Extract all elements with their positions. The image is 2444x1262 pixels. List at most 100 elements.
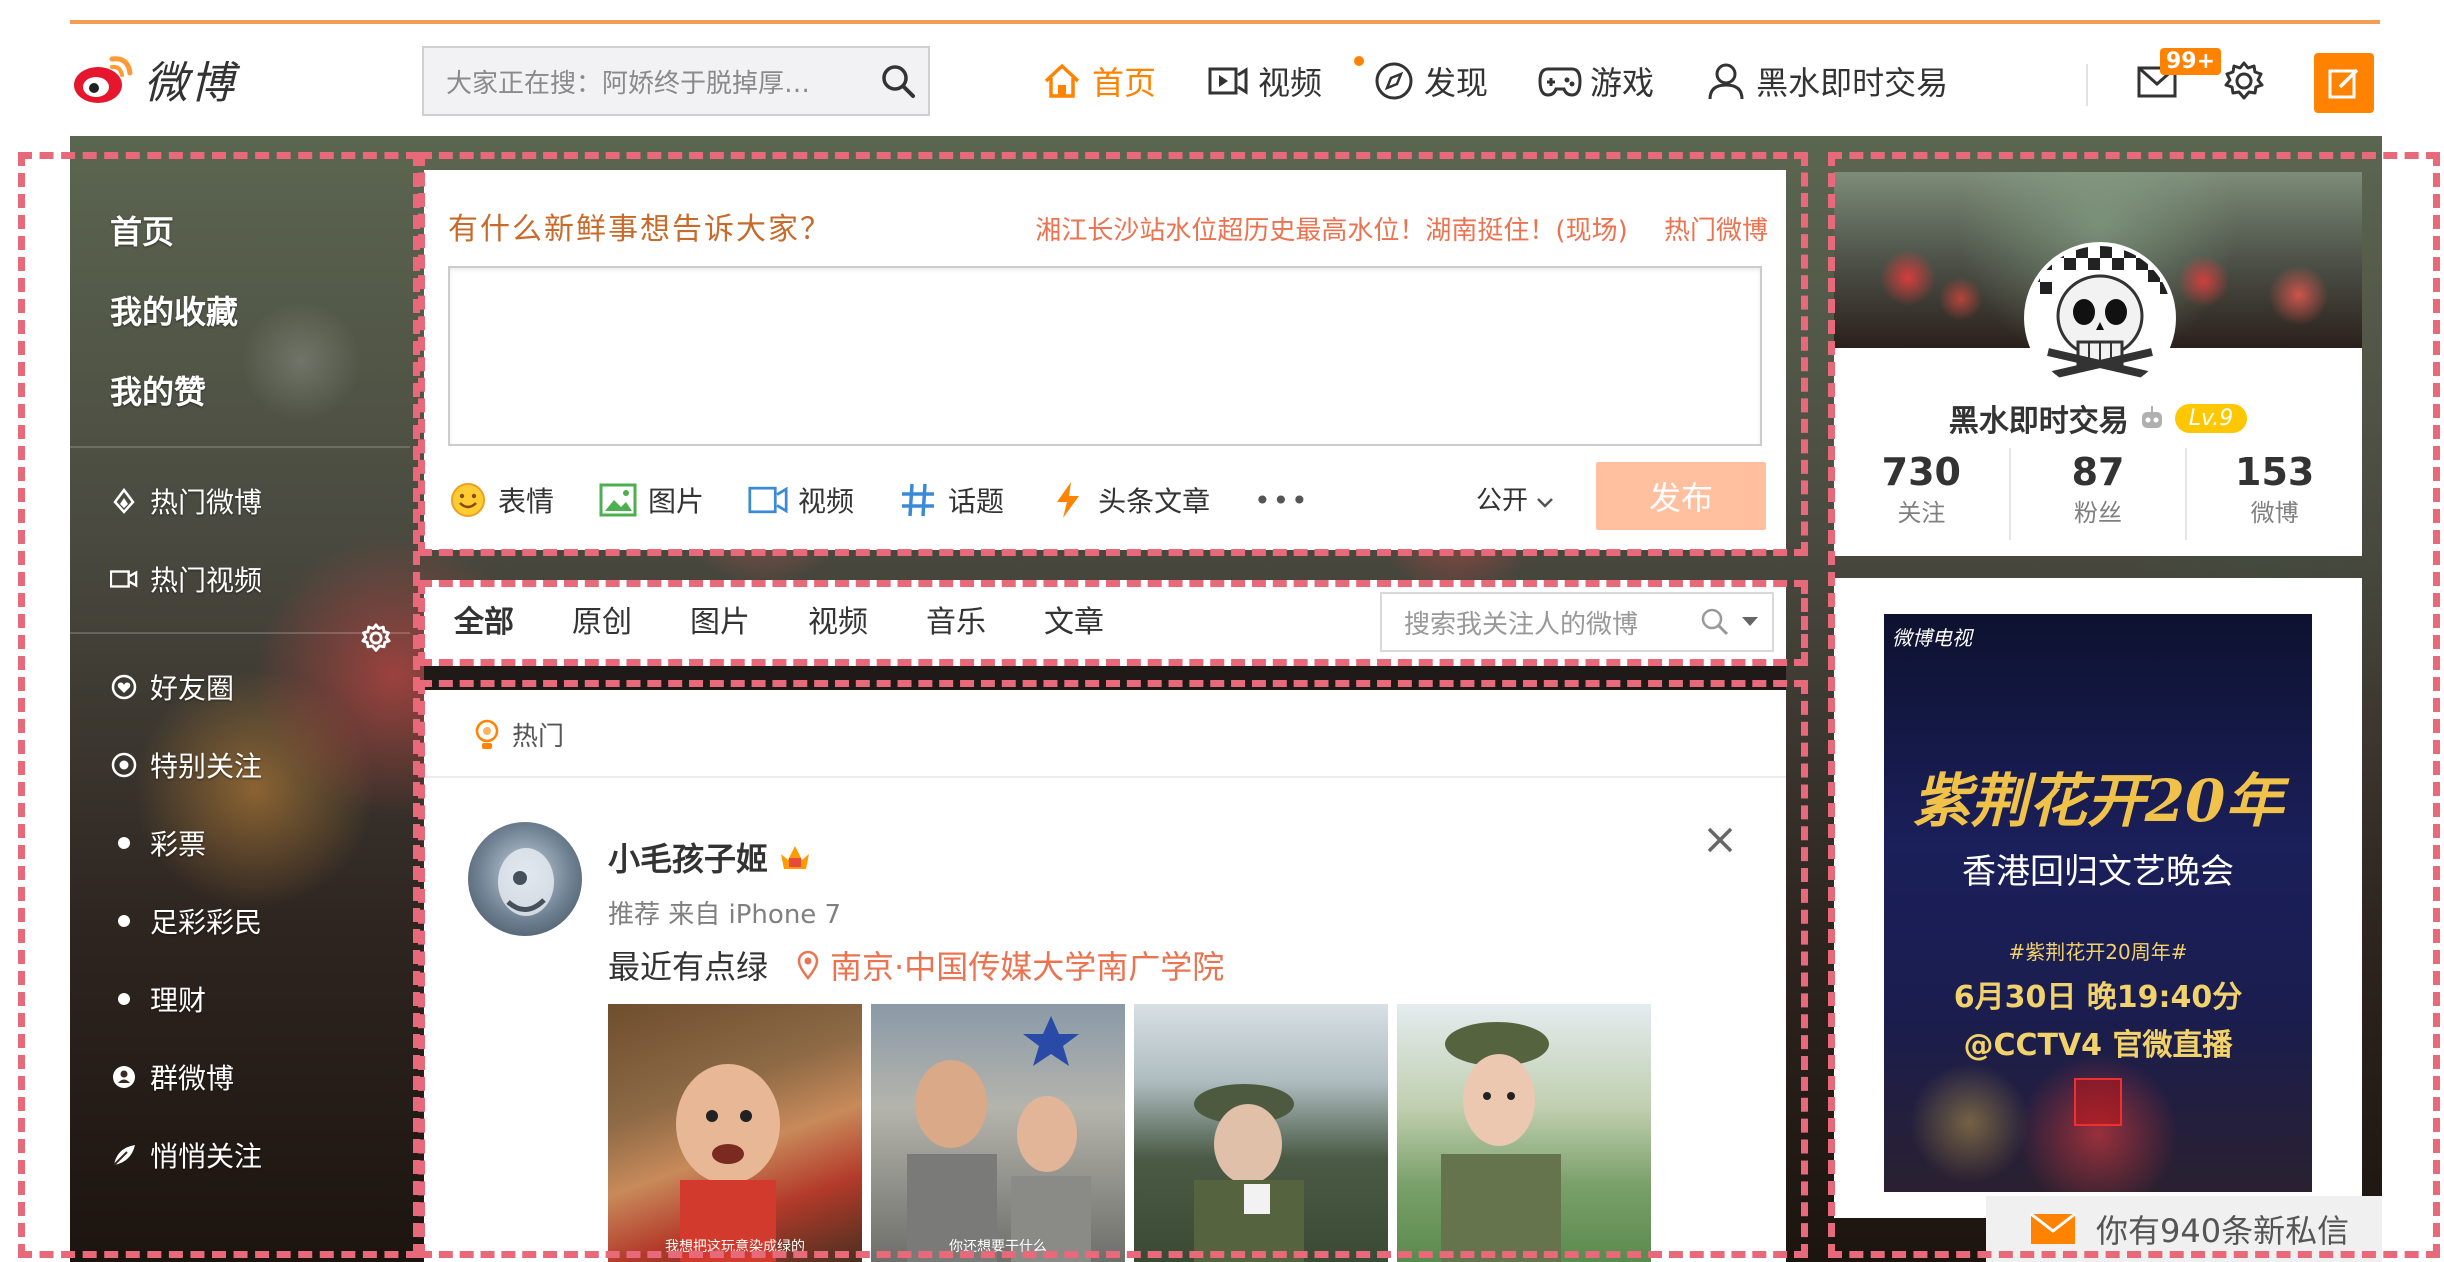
stat-followers[interactable]: 87 粉丝: [2011, 448, 2188, 540]
tab-original[interactable]: 原创: [572, 580, 632, 666]
sidebar-item-friends-circle[interactable]: 好友圈: [70, 648, 410, 726]
post-composer: 有什么新鲜事想告诉大家？ 湘江长沙站水位超历史最高水位！湖南挺住！(现场) 热门…: [424, 170, 1786, 550]
nav-discover[interactable]: 发现: [1372, 58, 1488, 104]
tool-image[interactable]: 图片: [598, 480, 704, 520]
feed-divider: [424, 776, 1786, 778]
envelope-icon: [2030, 1213, 2076, 1244]
nav-games-label: 游戏: [1590, 64, 1655, 102]
ad-title: 紫荆花开20年: [1912, 767, 2284, 835]
feed-card: 热门 小毛孩子姬 推荐 来自 iPhone 7 最近有点绿 南京·中国传媒大学南…: [424, 690, 1786, 1262]
sidebar-item-secret-follow[interactable]: 悄悄关注: [70, 1116, 410, 1194]
avatar-image: [498, 848, 554, 916]
tool-topic[interactable]: 话题: [898, 480, 1004, 520]
messages-button[interactable]: 99+: [2136, 48, 2222, 108]
profile-avatar[interactable]: [2024, 242, 2176, 394]
sidebar-item-label: 理财: [150, 984, 207, 1017]
compass-icon: [1372, 59, 1416, 103]
sidebar-item-lottery[interactable]: 彩票: [70, 804, 410, 882]
tool-emoji[interactable]: 表情: [448, 480, 554, 520]
ad-hashtag: #紫荆花开20周年#: [2008, 940, 2188, 964]
post-text: 最近有点绿: [608, 948, 769, 986]
dot-icon: [118, 915, 130, 927]
post-image[interactable]: [1134, 1004, 1388, 1262]
hot-topic-link[interactable]: 湘江长沙站水位超历史最高水位！湖南挺住！(现场): [1035, 216, 1627, 246]
profile-name-text[interactable]: 黑水即时交易: [1949, 396, 2129, 440]
weibo-logo[interactable]: 微博: [72, 44, 236, 114]
hot-weibo-link[interactable]: 热门微博: [1664, 216, 1768, 246]
publish-button[interactable]: 发布: [1596, 462, 1766, 530]
search-icon[interactable]: [1700, 607, 1730, 637]
sidebar-item-favorites[interactable]: 我的收藏: [70, 272, 410, 352]
post-image[interactable]: 你还想要干什么: [871, 1004, 1125, 1262]
nav-user-profile[interactable]: 黑水即时交易: [1704, 58, 1948, 104]
group-icon: [110, 1063, 138, 1091]
ad-brand: 微博电视: [1892, 626, 1972, 650]
search-icon[interactable]: [868, 51, 928, 111]
nav-video[interactable]: 视频: [1206, 58, 1322, 104]
level-badge[interactable]: Lv.9: [2174, 403, 2248, 433]
sidebar-item-likes[interactable]: 我的赞: [70, 352, 410, 432]
message-count-badge: 99+: [2160, 48, 2222, 75]
sidebar-item-home[interactable]: 首页: [70, 192, 410, 272]
ad-poster[interactable]: 微博电视 紫荆花开20年 香港回归文艺晚会 #紫荆花开20周年# 6月30日 晚…: [1884, 614, 2312, 1192]
sidebar-item-hot-video[interactable]: 热门视频: [70, 540, 410, 618]
sidebar-item-hot-weibo[interactable]: 热门微博: [70, 462, 410, 540]
compose-button[interactable]: [2314, 53, 2374, 113]
user-icon: [1704, 59, 1748, 103]
tool-headline-article[interactable]: 头条文章: [1048, 480, 1210, 520]
more-tools-button[interactable]: •••: [1254, 484, 1310, 517]
feed-search-input[interactable]: 搜索我关注人的微博: [1380, 592, 1774, 652]
profile-name: 黑水即时交易 Lv.9: [1834, 396, 2362, 440]
sidebar-item-group-weibo[interactable]: 群微博: [70, 1038, 410, 1116]
sidebar-groups: 好友圈 特别关注 彩票 足彩彩民 理财 群微博 悄悄关注: [70, 648, 410, 1194]
settings-button[interactable]: [2222, 59, 2266, 107]
photo-soldier-girl-icon: [1441, 1022, 1561, 1262]
feed-filter-bar: 全部 原创 图片 视频 音乐 文章 搜索我关注人的微博: [424, 580, 1786, 680]
stat-posts[interactable]: 153 微博: [2187, 448, 2362, 540]
edit-icon: [2328, 68, 2359, 99]
sidebar-item-label: 彩票: [150, 828, 207, 861]
gear-icon: [2224, 61, 2264, 100]
tab-images[interactable]: 图片: [690, 580, 750, 666]
robot-icon: [2141, 406, 2162, 428]
crown-badge-icon[interactable]: [778, 842, 812, 872]
stat-number: 153: [2235, 450, 2315, 494]
nav-games[interactable]: 游戏: [1538, 58, 1654, 104]
post-image[interactable]: 我想把这玩意染成绿的: [608, 1004, 862, 1262]
post-author-name[interactable]: 小毛孩子姬: [608, 834, 768, 880]
sidebar-hot: 热门微博 热门视频: [70, 462, 410, 618]
tab-all[interactable]: 全部: [454, 580, 514, 680]
post-author-avatar[interactable]: [468, 822, 582, 936]
sidebar-settings-button[interactable]: [360, 622, 392, 654]
hashtag-icon: [898, 480, 938, 520]
tab-music[interactable]: 音乐: [926, 580, 986, 666]
close-post-button[interactable]: [1700, 820, 1740, 860]
post-image[interactable]: [1397, 1004, 1651, 1262]
visibility-select[interactable]: 公开: [1476, 480, 1554, 517]
gear-icon: [361, 623, 391, 652]
cctv-logo-icon: [2074, 1078, 2122, 1126]
chevron-down-icon: [1536, 486, 1554, 516]
nav-video-label: 视频: [1258, 64, 1323, 102]
sidebar-item-label: 热门视频: [150, 564, 263, 597]
feed-section-label: 热门: [512, 722, 565, 752]
private-message-toast[interactable]: 你有940条新私信: [1986, 1196, 2382, 1262]
global-search-input[interactable]: 大家正在搜：阿娇终于脱掉厚…: [422, 46, 930, 116]
post-location[interactable]: 南京·中国传媒大学南广学院: [796, 942, 1224, 988]
tool-video[interactable]: 视频: [748, 480, 854, 520]
gamepad-icon: [1538, 59, 1582, 103]
lightning-icon: [1048, 480, 1088, 520]
leaf-icon: [110, 1141, 138, 1169]
nav-divider: [2086, 64, 2088, 106]
sidebar-item-special-follow[interactable]: 特别关注: [70, 726, 410, 804]
nav-home[interactable]: 首页: [1040, 58, 1156, 104]
caret-down-icon[interactable]: [1740, 615, 1760, 629]
composer-textarea[interactable]: [448, 266, 1762, 446]
stat-following[interactable]: 730 关注: [1834, 448, 2011, 540]
tab-articles[interactable]: 文章: [1044, 580, 1104, 666]
tab-videos[interactable]: 视频: [808, 580, 868, 666]
nav-links: 首页 视频 发现 游戏 黑水即时交易: [1040, 48, 1998, 114]
sidebar-item-football-lottery[interactable]: 足彩彩民: [70, 882, 410, 960]
post-location-label: 南京·中国传媒大学南广学院: [830, 948, 1225, 986]
sidebar-item-finance[interactable]: 理财: [70, 960, 410, 1038]
